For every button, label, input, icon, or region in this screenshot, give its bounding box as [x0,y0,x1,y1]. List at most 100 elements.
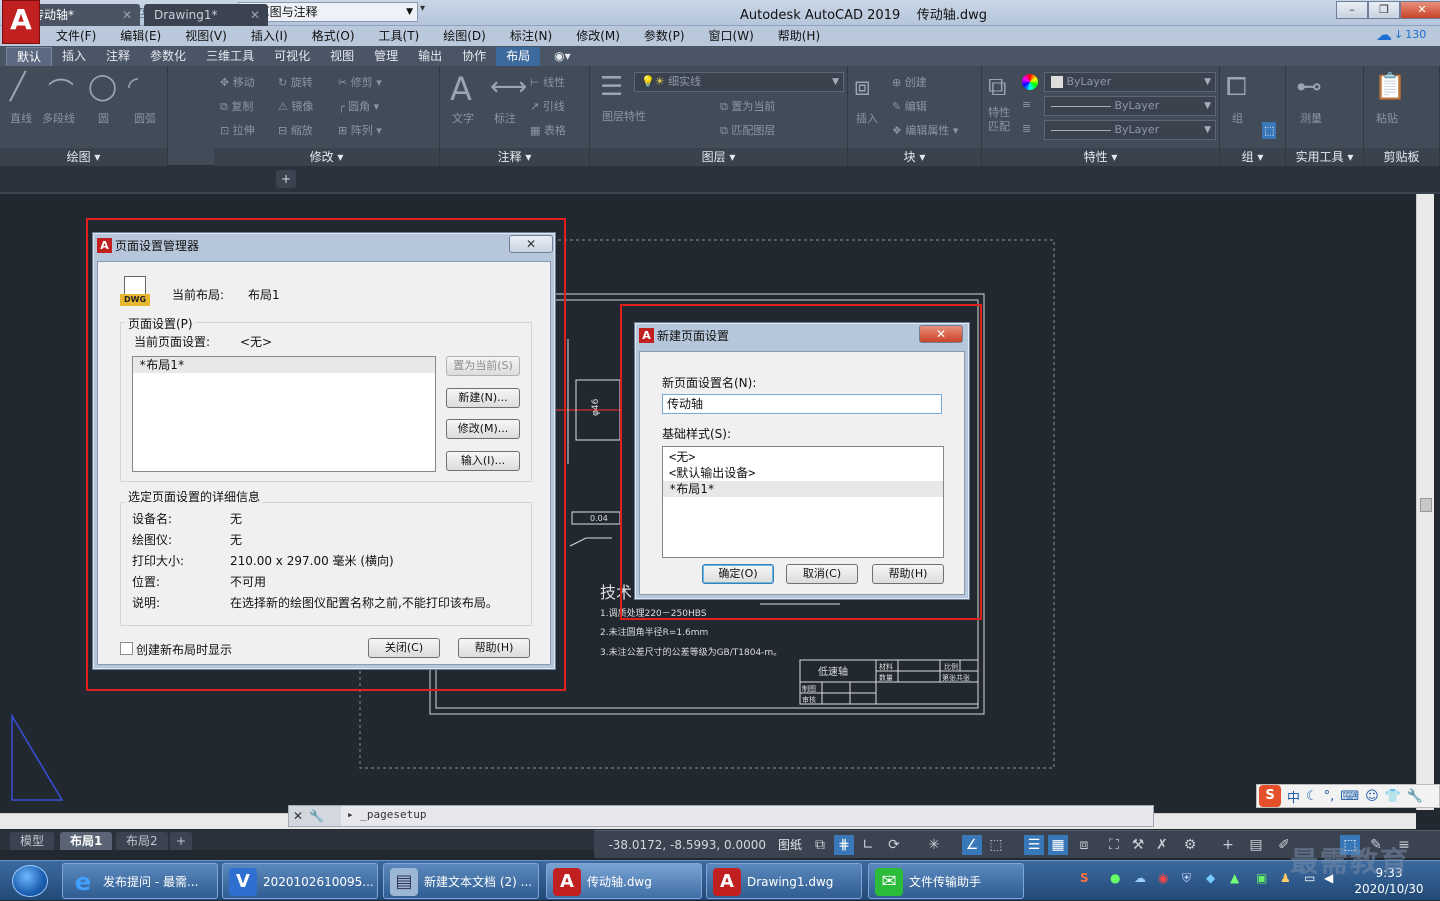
punctuation-icon[interactable]: °, [1324,789,1335,804]
panel-utilities-title[interactable]: 实用工具 ▾ [1286,148,1363,166]
polyline-button[interactable]: 多段线 [42,110,75,126]
model-space-icon[interactable]: ⧉ [810,835,830,855]
menu-file[interactable]: 文件(F) [44,26,108,46]
menu-modify[interactable]: 修改(M) [564,26,632,46]
qat-customize-icon[interactable]: ▾ [420,3,434,21]
match-properties-button[interactable]: 特性匹配 [988,106,1012,134]
command-text[interactable]: ▸ _pagesetup [347,808,426,821]
wrench-icon[interactable]: 🔧 [1407,789,1423,804]
panel-annotation-title[interactable]: 注释 ▾ [440,148,589,166]
tab-layout2[interactable]: 布局2 [116,832,168,850]
ime-language[interactable]: 中 [1287,787,1300,806]
scroll-thumb[interactable] [1420,498,1432,512]
menu-tools[interactable]: 工具(T) [367,26,432,46]
start-button[interactable] [4,861,56,901]
osnap-icon[interactable]: ✳ [924,835,944,855]
polyline-icon[interactable]: ⌒ [48,72,74,109]
create-block-button[interactable]: ⊕ 创建 [892,74,927,90]
trim-button[interactable]: ✂ 修剪 ▾ [338,74,382,90]
close-dialog-button[interactable]: 关闭(C) [368,638,440,658]
edit-block-button[interactable]: ✎ 编辑 [892,98,927,114]
copy-button[interactable]: ⧉ 复制 [220,98,253,114]
dialog-title-bar[interactable]: A 新建页面设置 ✕ [635,323,969,349]
insert-block-button[interactable]: 插入 [856,110,878,126]
circle-button[interactable]: 圆 [98,110,109,126]
base-style-list[interactable]: <无> <默认输出设备> *布局1* [662,446,944,558]
menu-edit[interactable]: 编辑(E) [108,26,173,46]
user-icon[interactable]: ☺ [1365,789,1379,804]
panel-block-title[interactable]: 块 ▾ [848,148,981,166]
paste-button[interactable]: 粘贴 [1376,110,1398,126]
stretch-button[interactable]: ⊡ 拉伸 [220,122,255,138]
close-icon[interactable]: ✕ [122,4,132,26]
ribbon-options-icon[interactable]: ◉▾ [540,47,585,66]
doc-tab-drawing1[interactable]: Drawing1* ✕ [144,4,268,26]
mirror-button[interactable]: ⚠ 镜像 [278,98,313,114]
list-item[interactable]: *布局1* [133,357,435,373]
panel-modify-title[interactable]: 修改 ▾ [214,148,439,166]
taskbar-item-ie[interactable]: e 发布提问 - 最需... [62,863,218,899]
panel-groups-title[interactable]: 组 ▾ [1220,148,1285,166]
plus-icon[interactable]: + [1218,835,1238,855]
insert-block-icon[interactable]: ⧈ [854,72,871,103]
sogou-tray-icon[interactable]: S [1080,871,1089,885]
page-setup-list[interactable]: *布局1* [132,356,436,472]
properties-icon[interactable]: ▤ [1246,835,1266,855]
line-icon[interactable]: ╱ [10,72,26,102]
scale-button[interactable]: ⊟ 缩放 [278,122,313,138]
measure-icon[interactable]: ⊷ [1296,72,1322,102]
modify-button[interactable]: 修改(M)... [446,419,520,439]
menu-draw[interactable]: 绘图(D) [431,26,498,46]
transparency-icon[interactable]: ▦ [1048,835,1068,855]
taskbar-item-autocad-drawing1[interactable]: A Drawing1.dwg [706,863,862,899]
command-line[interactable]: ✕ 🔧 ▸ _pagesetup [288,805,1154,827]
tab-output[interactable]: 输出 [408,47,452,66]
ime-toolbar[interactable]: S 中 ☾ °, ⌨ ☺ 👕 🔧 [1256,784,1440,808]
tab-view[interactable]: 视图 [320,47,364,66]
show-on-new-layout-checkbox[interactable] [120,642,133,655]
keyboard-icon[interactable]: ⌨ [1340,789,1359,804]
arc-button[interactable]: 圆弧 [134,110,156,126]
layer-properties-icon[interactable]: ☰ [600,72,623,102]
annotation-scale-icon[interactable]: ⛶ [1104,835,1124,855]
circle-icon[interactable]: ◯ [88,72,117,102]
panel-properties-title[interactable]: 特性 ▾ [982,148,1219,166]
selection-cycling-icon[interactable]: ⧈ [1074,835,1094,855]
vertical-scrollbar[interactable] [1416,194,1434,810]
annotation-visibility-icon[interactable]: ⚒ [1128,835,1148,855]
group-button[interactable]: 组 [1232,110,1243,126]
panel-draw-title[interactable]: 绘图 ▾ [0,148,167,166]
import-button[interactable]: 输入(I)... [446,451,520,471]
group-select-icon[interactable]: ⬚ [1262,122,1277,139]
taskbar-item-doc[interactable]: V 2020102610095... [222,863,378,899]
cancel-button[interactable]: 取消(C) [786,564,858,584]
otrack-icon[interactable]: ∠ [962,835,982,855]
arc-icon[interactable]: ◜ [128,72,138,102]
shirt-icon[interactable]: 👕 [1385,789,1401,804]
menu-parametric[interactable]: 参数(P) [632,26,697,46]
tab-model[interactable]: 模型 [10,832,55,850]
measure-button[interactable]: 测量 [1300,110,1322,126]
tab-annotate[interactable]: 注释 [96,47,140,66]
linetype-select[interactable]: ByLayer ▼ [1044,96,1216,116]
lineweight-toggle-icon[interactable]: ☰ [1024,835,1044,855]
menu-dimension[interactable]: 标注(N) [498,26,564,46]
match-layer-button[interactable]: ⧉ 匹配图层 [720,122,775,138]
move-button[interactable]: ✥ 移动 [220,74,255,90]
fillet-button[interactable]: ╭ 圆角 ▾ [338,98,379,114]
tab-collaborate[interactable]: 协作 [452,47,496,66]
tab-parametric[interactable]: 参数化 [140,47,196,66]
restore-button[interactable]: ❐ [1368,1,1400,19]
close-button[interactable]: ✕ [1400,1,1440,19]
help-button[interactable]: 帮助(H) [458,638,530,658]
panel-layers-title[interactable]: 图层 ▾ [590,148,847,166]
table-button[interactable]: ▦ 表格 [530,122,566,138]
edit-attr-button[interactable]: ❖ 编辑属性 ▾ [892,122,958,138]
make-current-button[interactable]: ⧉ 置为当前 [720,98,775,114]
array-button[interactable]: ⊞ 阵列 ▾ [338,122,382,138]
tab-visualize[interactable]: 可视化 [264,47,320,66]
layer-properties-button[interactable]: 图层特性 [602,110,646,124]
list-item[interactable]: <默认输出设备> [663,465,943,481]
tab-layout[interactable]: 布局 [496,47,541,66]
text-button[interactable]: 文字 [452,110,474,126]
